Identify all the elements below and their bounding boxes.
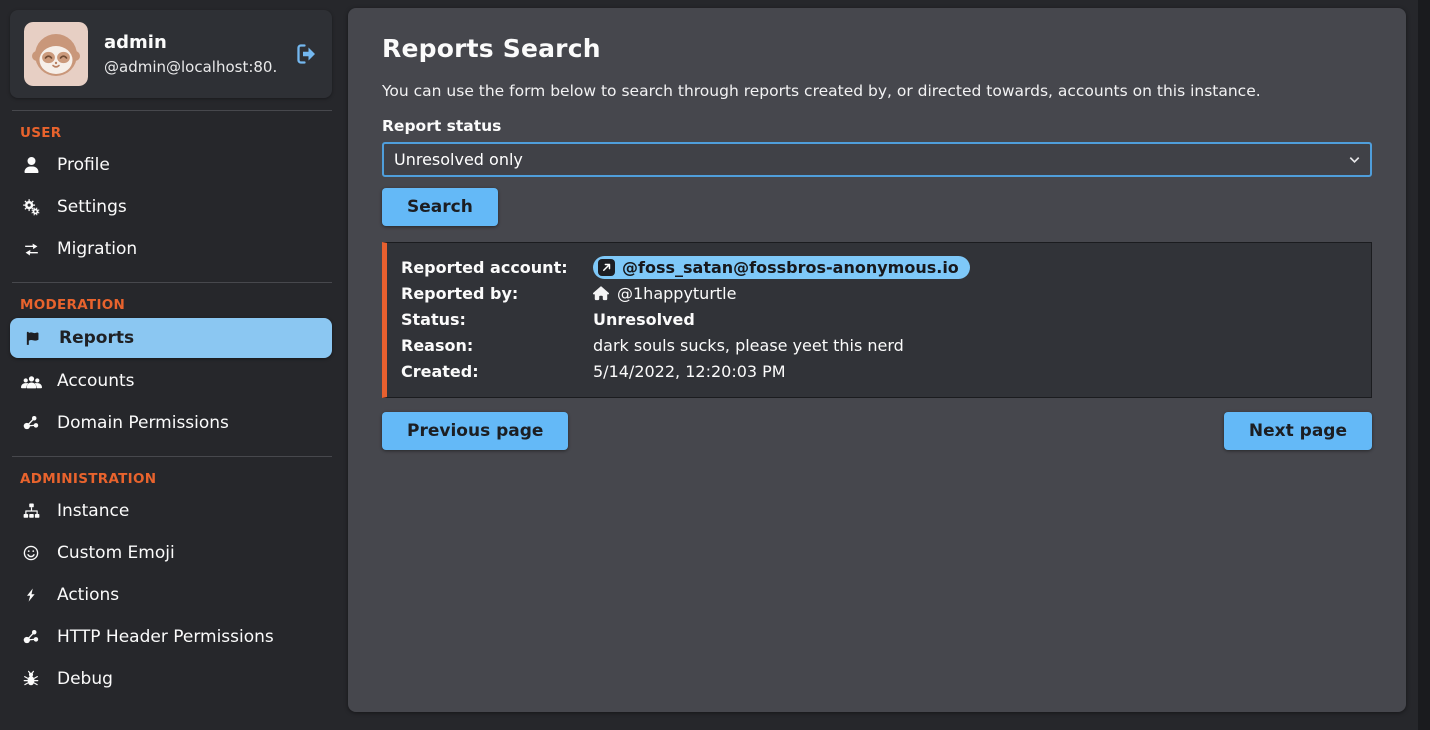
sidebar-item-instance[interactable]: Instance (0, 490, 348, 532)
sidebar-item-label: Reports (59, 328, 134, 348)
created-label: Created: (401, 362, 593, 381)
reported-account-handle: @foss_satan@fossbros-anonymous.io (622, 258, 959, 277)
page-title: Reports Search (382, 34, 1372, 63)
reported-by-handle: @1happyturtle (617, 284, 736, 303)
share-nodes-icon (20, 628, 42, 646)
reason-label: Reason: (401, 336, 593, 355)
exchange-arrows-icon (20, 240, 42, 259)
username: admin (104, 32, 278, 53)
previous-page-button[interactable]: Previous page (382, 412, 568, 450)
content-wrapper: Reports Search You can use the form belo… (348, 0, 1418, 730)
sidebar-item-label: Debug (57, 669, 113, 689)
bolt-icon (20, 586, 42, 604)
user-handle: @admin@localhost:80... (104, 58, 278, 76)
user-meta: admin @admin@localhost:80... (104, 32, 278, 76)
sidebar-divider (12, 282, 332, 283)
scrollbar-track[interactable] (1418, 0, 1430, 730)
reported-account-label: Reported account: (401, 258, 593, 277)
section-header-moderation: MODERATION (20, 297, 348, 313)
section-header-administration: ADMINISTRATION (20, 471, 348, 487)
sidebar-item-label: Settings (57, 197, 127, 217)
avatar (24, 22, 88, 86)
reported-account-pill[interactable]: @foss_satan@fossbros-anonymous.io (593, 256, 970, 279)
status-label: Status: (401, 310, 593, 329)
sidebar-item-profile[interactable]: Profile (0, 144, 348, 186)
sidebar-item-label: Accounts (57, 371, 135, 391)
logout-icon[interactable] (294, 42, 318, 66)
section-header-user: USER (20, 125, 348, 141)
sidebar-item-label: Instance (57, 501, 129, 521)
flag-icon (22, 330, 44, 347)
external-link-icon (598, 259, 615, 276)
page-description: You can use the form below to search thr… (382, 82, 1372, 100)
sidebar-item-migration[interactable]: Migration (0, 228, 348, 270)
sidebar-divider (12, 110, 332, 111)
search-button[interactable]: Search (382, 188, 498, 226)
sidebar-item-label: Domain Permissions (57, 413, 229, 433)
user-card[interactable]: admin @admin@localhost:80... (10, 10, 332, 98)
sidebar-item-label: HTTP Header Permissions (57, 627, 274, 647)
user-icon (20, 157, 42, 173)
users-icon (20, 373, 42, 390)
sloth-avatar-image (24, 22, 88, 86)
reason-value: dark souls sucks, please yeet this nerd (593, 336, 1357, 355)
smile-icon (20, 544, 42, 562)
gears-icon (20, 198, 42, 217)
sidebar: admin @admin@localhost:80... USER Profil… (0, 0, 348, 730)
bug-icon (20, 670, 42, 688)
reported-by-label: Reported by: (401, 284, 593, 303)
sidebar-item-custom-emoji[interactable]: Custom Emoji (0, 532, 348, 574)
sidebar-item-label: Migration (57, 239, 137, 259)
sidebar-item-label: Actions (57, 585, 119, 605)
sidebar-item-label: Profile (57, 155, 110, 175)
report-card[interactable]: Reported account: @foss_satan@fossbros-a… (382, 242, 1372, 398)
home-icon (593, 286, 609, 301)
next-page-button[interactable]: Next page (1224, 412, 1372, 450)
report-status-label: Report status (382, 117, 1372, 135)
status-value: Unresolved (593, 310, 1357, 329)
sidebar-item-accounts[interactable]: Accounts (0, 360, 348, 402)
sitemap-icon (20, 502, 42, 520)
sidebar-item-debug[interactable]: Debug (0, 658, 348, 700)
share-nodes-icon (20, 414, 42, 432)
sidebar-item-domain-permissions[interactable]: Domain Permissions (0, 402, 348, 444)
report-row-created: Created: 5/14/2022, 12:20:03 PM (401, 358, 1357, 384)
report-row-reported-account: Reported account: @foss_satan@fossbros-a… (401, 254, 1357, 280)
report-status-select[interactable]: Unresolved only (382, 142, 1372, 177)
sidebar-item-actions[interactable]: Actions (0, 574, 348, 616)
report-row-reported-by: Reported by: @1happyturtle (401, 280, 1357, 306)
report-status-select-wrap: Unresolved only (382, 142, 1372, 177)
pagination: Previous page Next page (382, 412, 1372, 450)
sidebar-divider (12, 456, 332, 457)
sidebar-item-label: Custom Emoji (57, 543, 175, 563)
report-row-status: Status: Unresolved (401, 306, 1357, 332)
reports-search-panel: Reports Search You can use the form belo… (348, 8, 1406, 712)
sidebar-item-reports[interactable]: Reports (10, 318, 332, 358)
sidebar-item-http-header-permissions[interactable]: HTTP Header Permissions (0, 616, 348, 658)
report-row-reason: Reason: dark souls sucks, please yeet th… (401, 332, 1357, 358)
created-value: 5/14/2022, 12:20:03 PM (593, 362, 1357, 381)
sidebar-item-settings[interactable]: Settings (0, 186, 348, 228)
